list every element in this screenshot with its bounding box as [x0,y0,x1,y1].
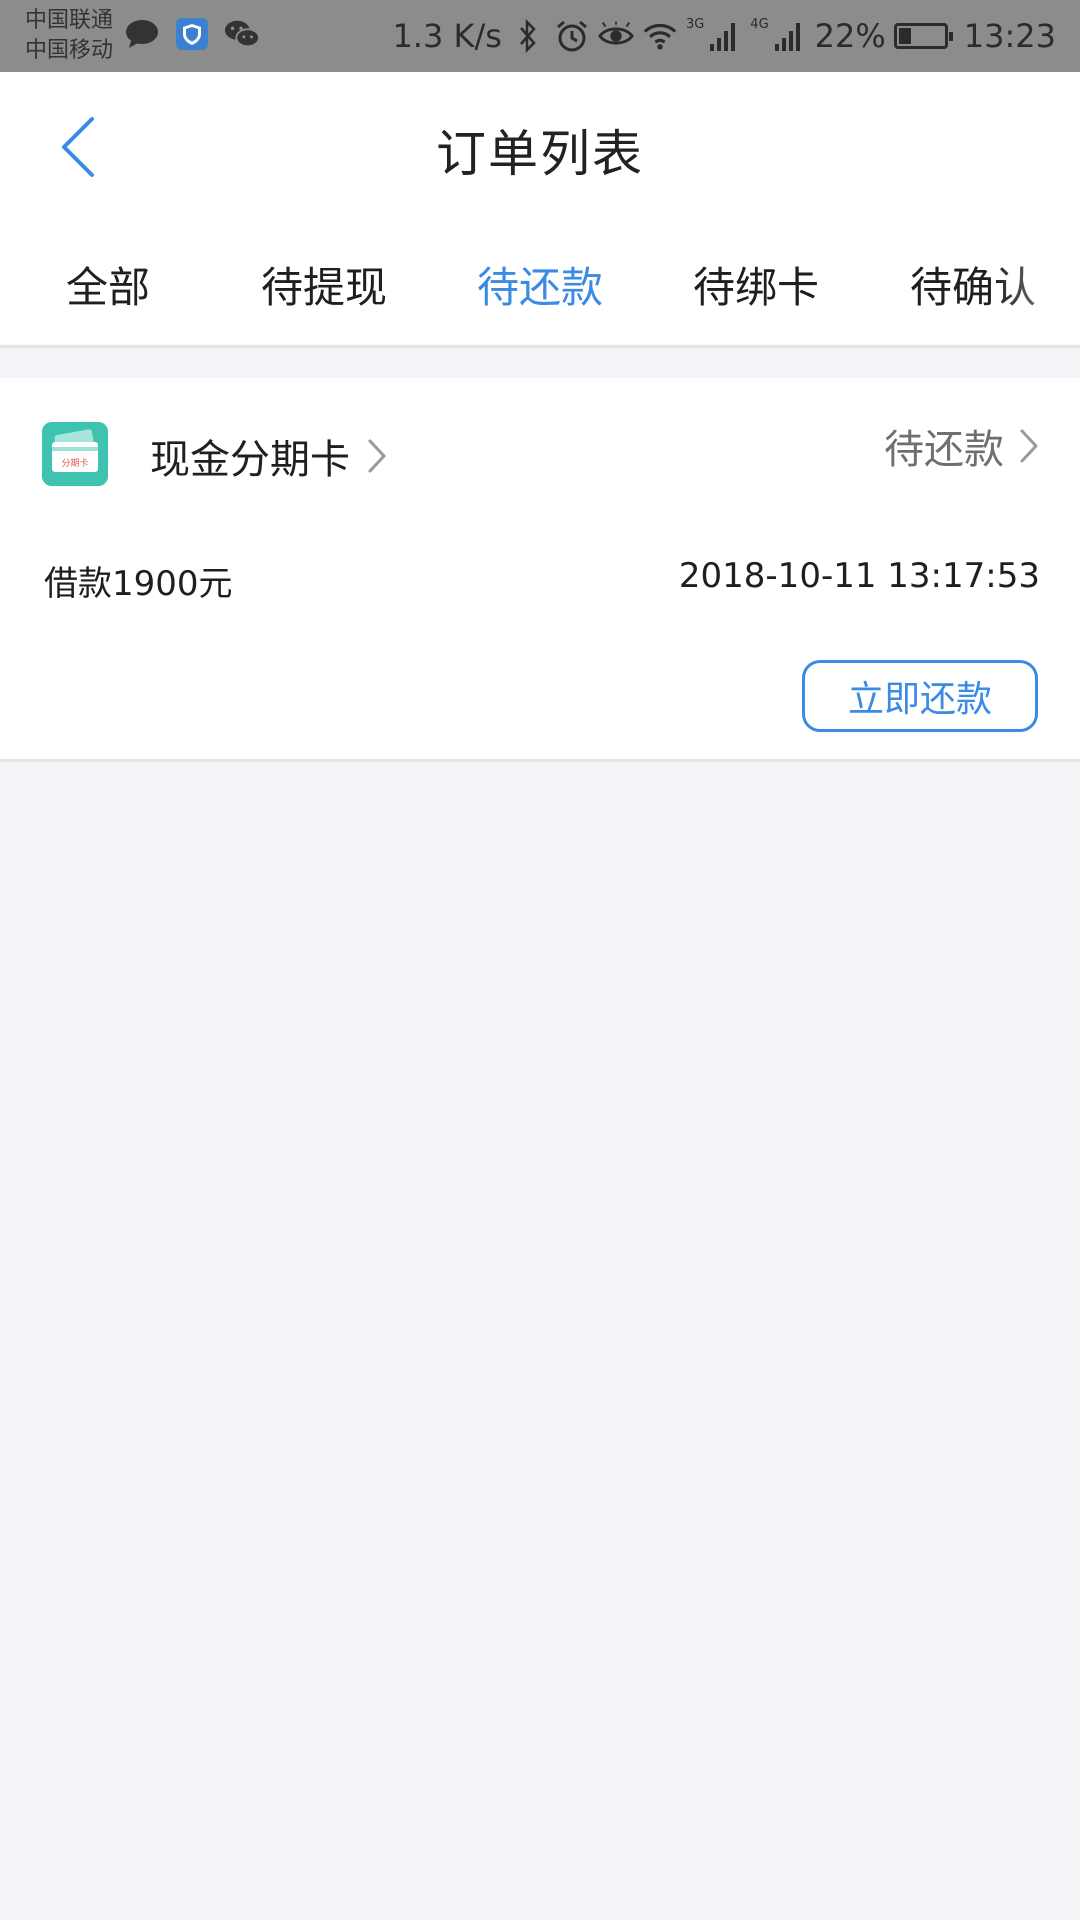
alarm-icon [554,18,590,54]
tab-label: 待提现 [260,262,387,312]
network-3g-label: 3G [685,16,705,32]
system-status: 1.3 K/s 3G 4G 22% 13:23 [392,14,1056,58]
loan-amount: 借款1900元 [44,564,233,604]
tab-label: 全部 [65,262,150,312]
chevron-right-icon [368,439,386,473]
tab-label: 待确认 [910,262,1037,312]
network-speed: 1.3 K/s [392,17,502,55]
message-icon [124,16,160,52]
order-status-link[interactable]: 待还款 [884,416,1040,476]
tab-pending-confirmation[interactable]: 待确认 [864,220,1080,345]
wifi-icon [642,18,678,54]
repay-now-button[interactable]: 立即还款 [802,660,1038,732]
eye-icon [598,18,634,54]
tab-label: 待还款 [476,262,603,312]
tab-pending-repayment[interactable]: 待还款 [432,220,648,345]
product-link[interactable]: 现金分期卡 [150,426,388,486]
card-icon-text: 分期卡 [61,457,88,469]
notification-icons [124,16,260,52]
order-status: 待还款 [884,427,1004,473]
signal-4g-icon [771,18,807,54]
bluetooth-icon [510,18,546,54]
status-bar: 中国联通 中国移动 1.3 K/s 3G 4G 22% 13:23 [0,0,1080,72]
carrier-1: 中国联通 [25,8,114,33]
battery-icon [893,23,953,49]
order-card: 分期卡 现金分期卡 待还款 借款1900元 2018-10-11 13:17:5… [0,378,1080,762]
carrier-2: 中国移动 [25,38,114,63]
tab-label: 待绑卡 [692,262,819,312]
network-4g-label: 4G [750,16,769,32]
page-title: 订单列表 [436,125,644,183]
tab-pending-withdrawal[interactable]: 待提现 [216,220,432,345]
tab-all[interactable]: 全部 [0,220,216,345]
chevron-right-icon [1020,429,1038,463]
carrier-info: 中国联通 中国移动 [25,6,113,66]
card-icon: 分期卡 [42,422,108,486]
order-tabs: 全部 待提现 待还款 待绑卡 待确认 [0,220,1080,348]
battery-percent: 22% [814,17,886,55]
tab-pending-card-binding[interactable]: 待绑卡 [648,220,864,345]
order-time: 2018-10-11 13:17:53 [678,556,1040,596]
header: 订单列表 [0,72,1080,220]
wechat-icon [224,16,260,52]
clock: 13:23 [963,17,1056,55]
signal-3g-icon [706,18,742,54]
product-name: 现金分期卡 [150,437,350,483]
shield-icon [174,16,210,52]
